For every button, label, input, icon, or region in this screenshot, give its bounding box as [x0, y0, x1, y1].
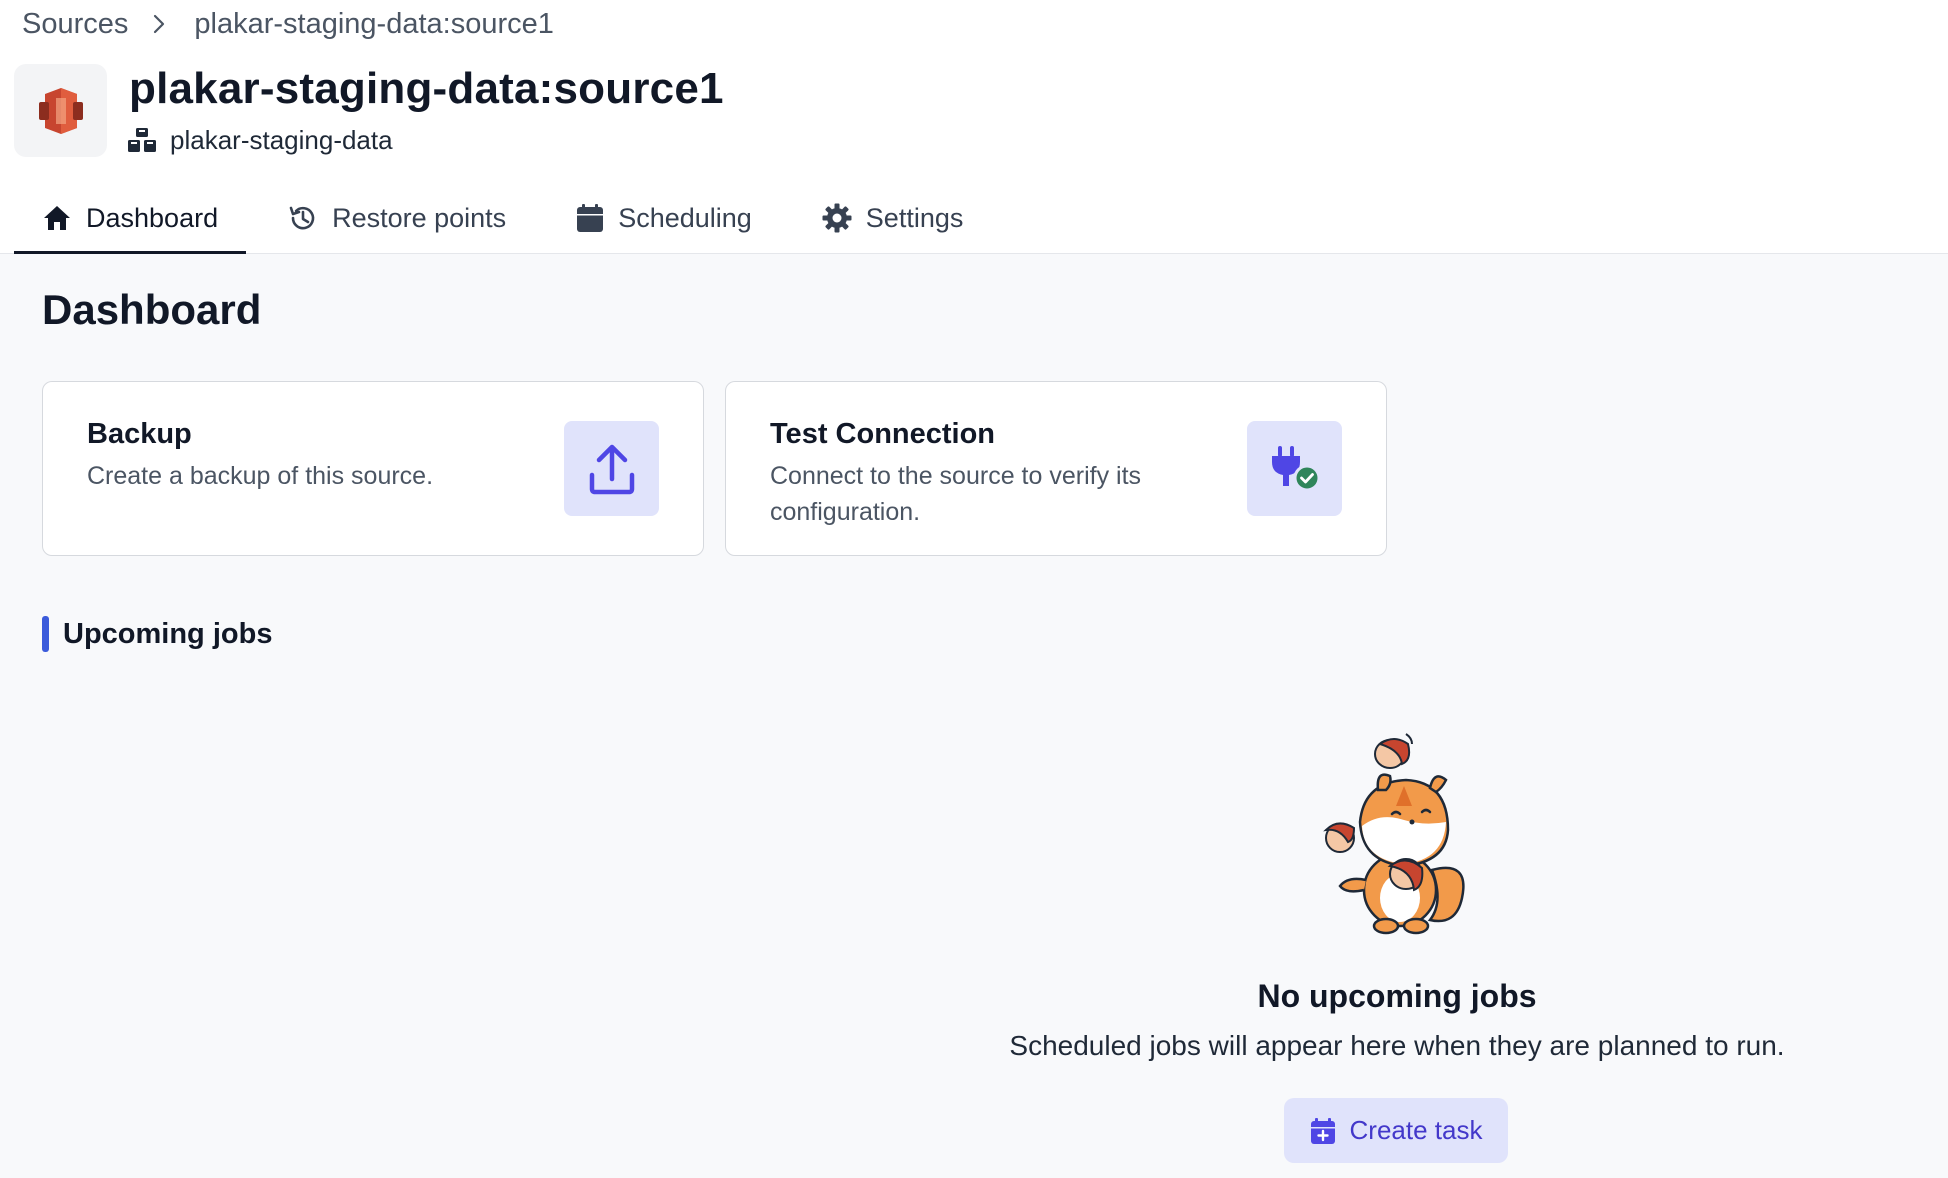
tab-settings[interactable]: Settings — [794, 182, 992, 254]
aws-s3-icon — [14, 64, 107, 157]
test-connection-card[interactable]: Test Connection Connect to the source to… — [725, 381, 1387, 556]
breadcrumb: Sources plakar-staging-data:source1 — [22, 4, 554, 44]
upcoming-jobs-title: Upcoming jobs — [63, 617, 273, 650]
tab-settings-label: Settings — [865, 202, 964, 233]
test-connection-card-title: Test Connection — [770, 418, 996, 450]
gear-icon — [822, 203, 852, 233]
calendar-icon — [576, 203, 604, 233]
backup-card-description: Create a backup of this source. — [87, 462, 434, 490]
backup-button[interactable] — [564, 421, 659, 516]
tab-restore-points-label: Restore points — [332, 202, 507, 233]
page-title: Dashboard — [42, 286, 262, 333]
plug-check-icon — [1269, 444, 1321, 494]
bucket-name: plakar-staging-data — [170, 124, 393, 155]
test-connection-button[interactable] — [1247, 421, 1342, 516]
page-source-title: plakar-staging-data:source1 — [129, 64, 724, 113]
tab-scheduling-label: Scheduling — [618, 202, 752, 233]
tab-dashboard[interactable]: Dashboard — [14, 182, 247, 254]
home-icon — [42, 204, 72, 232]
test-connection-card-description: Connect to the source to verify its conf… — [770, 462, 1142, 526]
calendar-plus-icon — [1310, 1117, 1336, 1145]
empty-state-description: Scheduled jobs will appear here when the… — [1009, 1030, 1785, 1061]
squirrel-mascot-illustration — [1320, 730, 1470, 941]
tab-bar: Dashboard Restore points Scheduling Sett… — [14, 182, 1005, 254]
upcoming-jobs-heading: Upcoming jobs — [42, 616, 272, 652]
header: Sources plakar-staging-data:source1 plak… — [0, 0, 1948, 254]
bucket-icon — [128, 127, 156, 153]
chevron-right-icon — [152, 13, 166, 35]
bucket-label: plakar-staging-data — [128, 122, 393, 158]
backup-card-title: Backup — [87, 418, 192, 450]
breadcrumb-sources-link[interactable]: Sources — [22, 8, 128, 41]
section-accent-bar — [42, 616, 49, 652]
create-task-label: Create task — [1349, 1115, 1483, 1145]
history-icon — [288, 203, 318, 233]
create-task-button[interactable]: Create task — [1284, 1098, 1508, 1163]
tab-scheduling[interactable]: Scheduling — [548, 182, 780, 254]
tab-dashboard-label: Dashboard — [86, 202, 219, 233]
empty-state-title: No upcoming jobs — [1257, 978, 1537, 1014]
breadcrumb-current: plakar-staging-data:source1 — [194, 7, 554, 40]
tab-restore-points[interactable]: Restore points — [260, 182, 534, 254]
upload-icon — [588, 443, 636, 495]
backup-card[interactable]: Backup Create a backup of this source. — [42, 381, 704, 556]
